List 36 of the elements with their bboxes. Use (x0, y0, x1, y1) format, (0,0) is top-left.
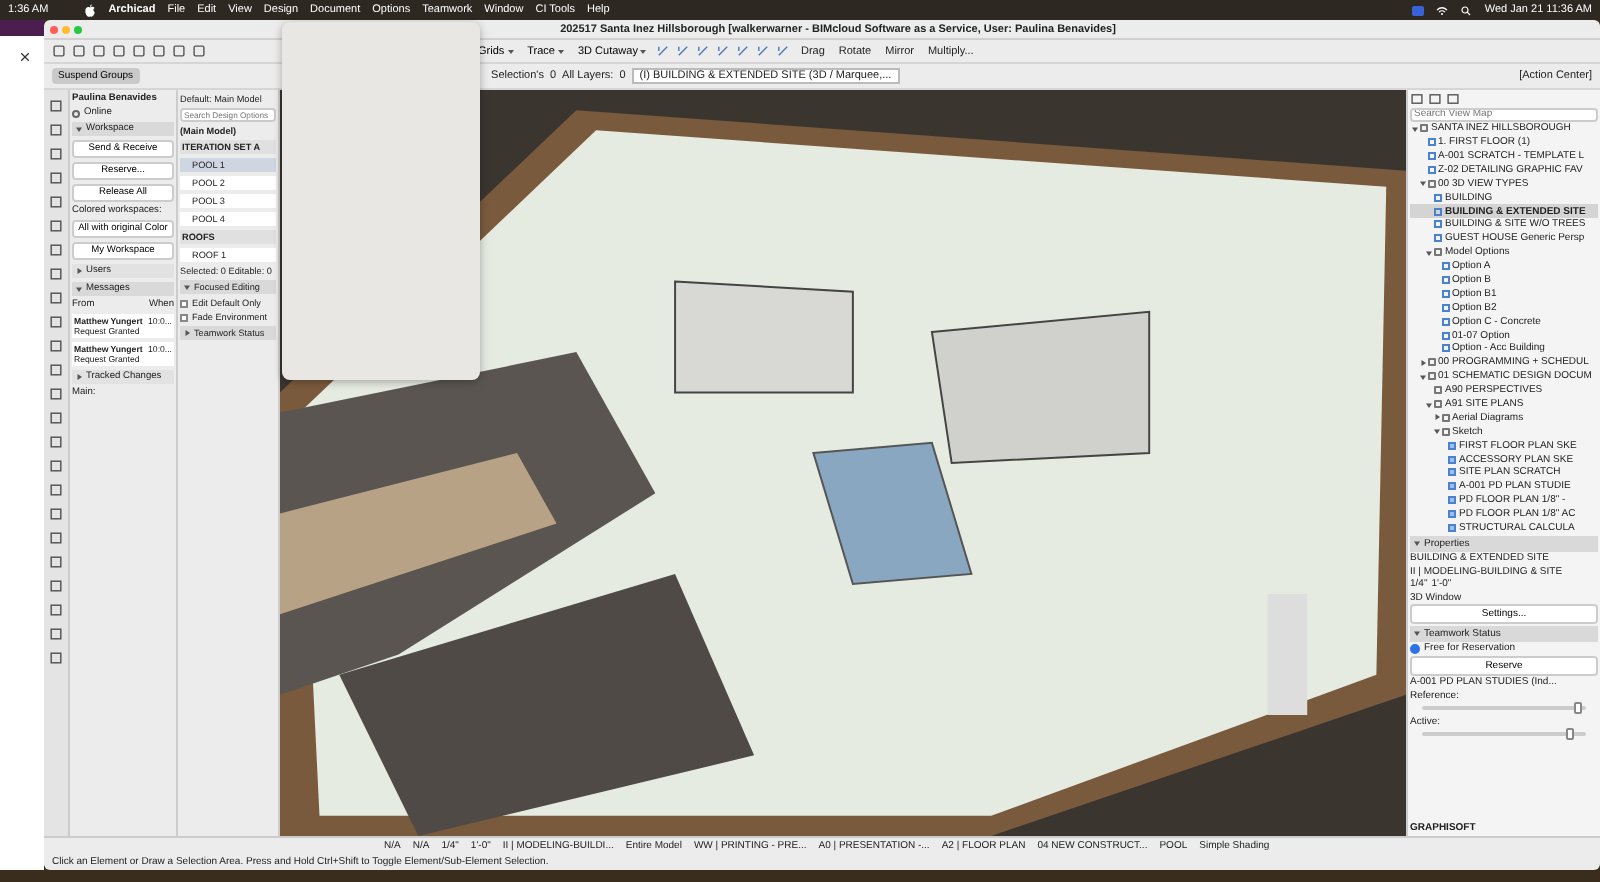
caret-icon (76, 126, 82, 132)
close-icon[interactable] (20, 52, 30, 62)
caret-icon (1412, 125, 1418, 132)
status-icon[interactable] (1412, 5, 1425, 15)
apple-logo-icon[interactable] (84, 3, 97, 17)
wifi-icon[interactable] (1436, 5, 1449, 15)
online-status-icon (72, 109, 80, 117)
caret-icon (507, 49, 514, 53)
caret-icon (184, 330, 190, 336)
checkbox[interactable] (180, 299, 188, 307)
caret-icon (1426, 401, 1432, 407)
toolbar-tool-icon[interactable] (696, 44, 711, 58)
caret-icon (184, 284, 190, 290)
caret-icon (1426, 249, 1432, 256)
folder-icon (1434, 248, 1442, 257)
caret-icon (1414, 630, 1420, 637)
toolbar-tool-icon[interactable] (776, 44, 791, 58)
caret-icon (1414, 540, 1420, 547)
folder-icon (1420, 124, 1428, 133)
toolbar-tool-icon[interactable] (656, 44, 671, 58)
folder-icon (1427, 179, 1435, 188)
search-icon[interactable] (1460, 5, 1473, 15)
slider-thumb[interactable] (1573, 702, 1582, 715)
caret-icon (1419, 180, 1425, 187)
slider-thumb[interactable] (1565, 728, 1574, 741)
toolbar-tool-icon[interactable] (676, 44, 691, 58)
caret-icon (640, 49, 647, 53)
toolbar-tool-icon[interactable] (756, 44, 771, 58)
caret-icon (76, 286, 82, 292)
checkbox[interactable] (180, 313, 188, 321)
caret-icon (76, 374, 82, 380)
status-dot-icon (1410, 643, 1420, 654)
toolbar-tool-icon[interactable] (716, 44, 731, 58)
caret-icon (76, 268, 82, 274)
caret-icon (558, 49, 564, 53)
toolbar-tool-icon[interactable] (736, 44, 751, 58)
